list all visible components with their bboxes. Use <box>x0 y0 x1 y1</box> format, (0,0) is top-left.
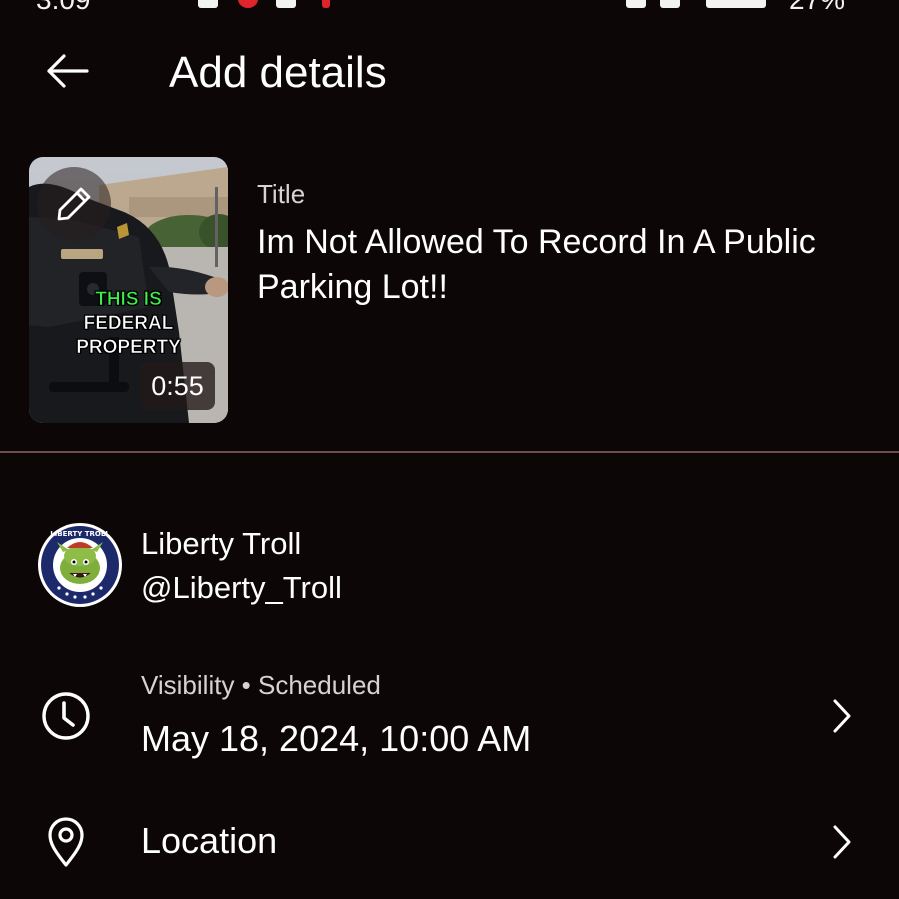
clock-icon <box>42 692 90 740</box>
app-bar: Add details <box>0 34 899 114</box>
arrow-left-icon <box>47 54 89 88</box>
app-notification-icon <box>238 0 258 8</box>
scheduled-datetime: May 18, 2024, 10:00 AM <box>141 718 532 759</box>
overlay-caption-line-3: PROPERTY <box>76 337 181 359</box>
notification-icon <box>198 0 218 8</box>
title-field[interactable]: Im Not Allowed To Record In A Public Par… <box>257 220 857 310</box>
mute-icon <box>660 0 680 8</box>
battery-level: 27% <box>789 0 845 14</box>
notification-dot-icon <box>322 0 330 8</box>
visibility-label: Visibility • Scheduled <box>141 670 381 700</box>
back-button[interactable] <box>32 46 102 96</box>
chevron-right-icon <box>833 825 851 859</box>
pencil-icon <box>57 187 91 221</box>
status-bar: 3:09 27% <box>0 0 899 14</box>
video-thumbnail[interactable]: THIS IS FEDERAL PROPERTY 0:55 <box>29 157 228 423</box>
location-row[interactable]: Location <box>0 806 899 878</box>
page-title: Add details <box>169 48 387 97</box>
edit-thumbnail-button[interactable] <box>37 167 111 241</box>
overlay-caption-line-2: FEDERAL <box>83 313 174 335</box>
status-time: 3:09 <box>36 0 91 14</box>
divider <box>0 451 899 453</box>
chevron-right-icon <box>833 699 851 733</box>
notification-icon <box>276 0 296 8</box>
location-label: Location <box>141 820 278 861</box>
overlay-caption-line-1: THIS IS <box>95 289 162 311</box>
avatar: LIBERTY TROLL <box>38 523 122 607</box>
channel-row[interactable]: LIBERTY TROLL Liberty Troll @Liberty_Tro… <box>0 510 899 620</box>
signal-icon <box>706 0 766 8</box>
alarm-icon <box>626 0 646 8</box>
video-duration: 0:55 <box>140 362 215 410</box>
location-pin-icon <box>48 817 84 867</box>
channel-name: Liberty Troll <box>141 526 302 561</box>
title-label: Title <box>257 179 306 209</box>
avatar-text: LIBERTY TROLL <box>50 530 110 538</box>
add-details-screen: 3:09 27% Add details <box>0 0 899 899</box>
visibility-row[interactable]: Visibility • Scheduled May 18, 2024, 10:… <box>0 660 899 772</box>
channel-handle: @Liberty_Troll <box>141 570 342 605</box>
